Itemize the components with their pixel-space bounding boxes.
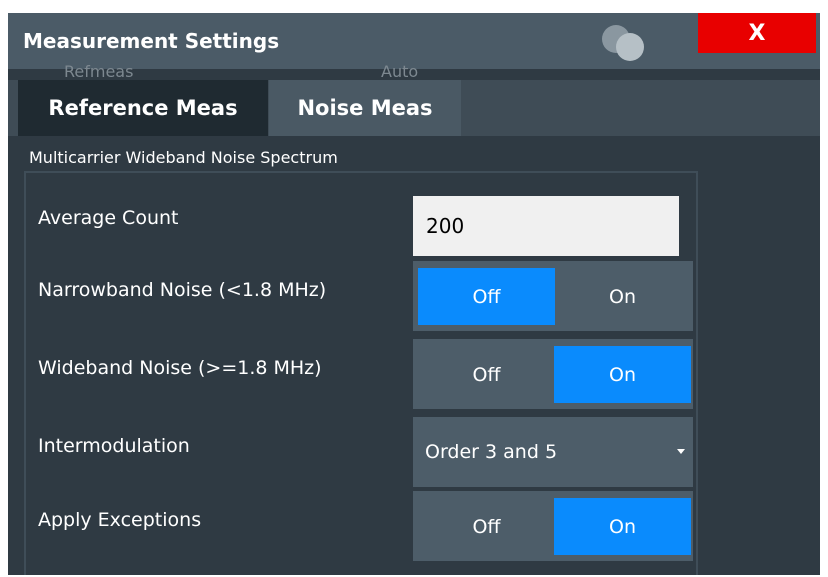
- tab-strip: Reference Meas Noise Meas: [8, 80, 820, 136]
- logo-icon: [600, 23, 660, 61]
- apply-exceptions-on-button[interactable]: On: [554, 498, 691, 555]
- close-button[interactable]: X: [698, 13, 816, 53]
- narrowband-noise-label: Narrowband Noise (<1.8 MHz): [38, 279, 327, 301]
- apply-exceptions-row: Apply Exceptions Off On: [26, 485, 696, 561]
- average-count-label: Average Count: [38, 207, 179, 229]
- average-count-row: Average Count: [26, 183, 696, 256]
- settings-panel: Average Count Narrowband Noise (<1.8 MHz…: [24, 171, 698, 575]
- apply-exceptions-label: Apply Exceptions: [38, 509, 202, 531]
- background-ghost-text: Auto: [381, 62, 419, 81]
- tab-noise-meas[interactable]: Noise Meas: [269, 80, 461, 136]
- wideband-noise-label: Wideband Noise (>=1.8 MHz): [38, 357, 322, 379]
- background-ghost-text: Refmeas: [64, 62, 134, 81]
- intermodulation-label: Intermodulation: [38, 435, 190, 457]
- intermodulation-value: Order 3 and 5: [425, 441, 558, 463]
- narrowband-noise-row: Narrowband Noise (<1.8 MHz) Off On: [26, 255, 696, 331]
- average-count-input[interactable]: [413, 196, 679, 256]
- dialog-title: Measurement Settings: [23, 29, 280, 53]
- narrowband-noise-off-button[interactable]: Off: [418, 268, 555, 325]
- intermodulation-dropdown[interactable]: Order 3 and 5: [413, 417, 693, 487]
- narrowband-noise-toggle: Off On: [413, 261, 693, 331]
- section-title: Multicarrier Wideband Noise Spectrum: [29, 148, 338, 167]
- wideband-noise-on-button[interactable]: On: [554, 346, 691, 403]
- chevron-down-icon: [677, 449, 685, 454]
- tab-reference-meas[interactable]: Reference Meas: [18, 80, 268, 136]
- wideband-noise-row: Wideband Noise (>=1.8 MHz) Off On: [26, 333, 696, 409]
- narrowband-noise-on-button[interactable]: On: [554, 268, 691, 325]
- wideband-noise-off-button[interactable]: Off: [418, 346, 555, 403]
- intermodulation-row: Intermodulation Order 3 and 5: [26, 411, 696, 487]
- apply-exceptions-toggle: Off On: [413, 491, 693, 561]
- apply-exceptions-off-button[interactable]: Off: [418, 498, 555, 555]
- title-bar: Measurement Settings Refmeas Auto X: [8, 13, 820, 81]
- measurement-settings-dialog: Measurement Settings Refmeas Auto X Refe…: [8, 13, 820, 575]
- wideband-noise-toggle: Off On: [413, 339, 693, 409]
